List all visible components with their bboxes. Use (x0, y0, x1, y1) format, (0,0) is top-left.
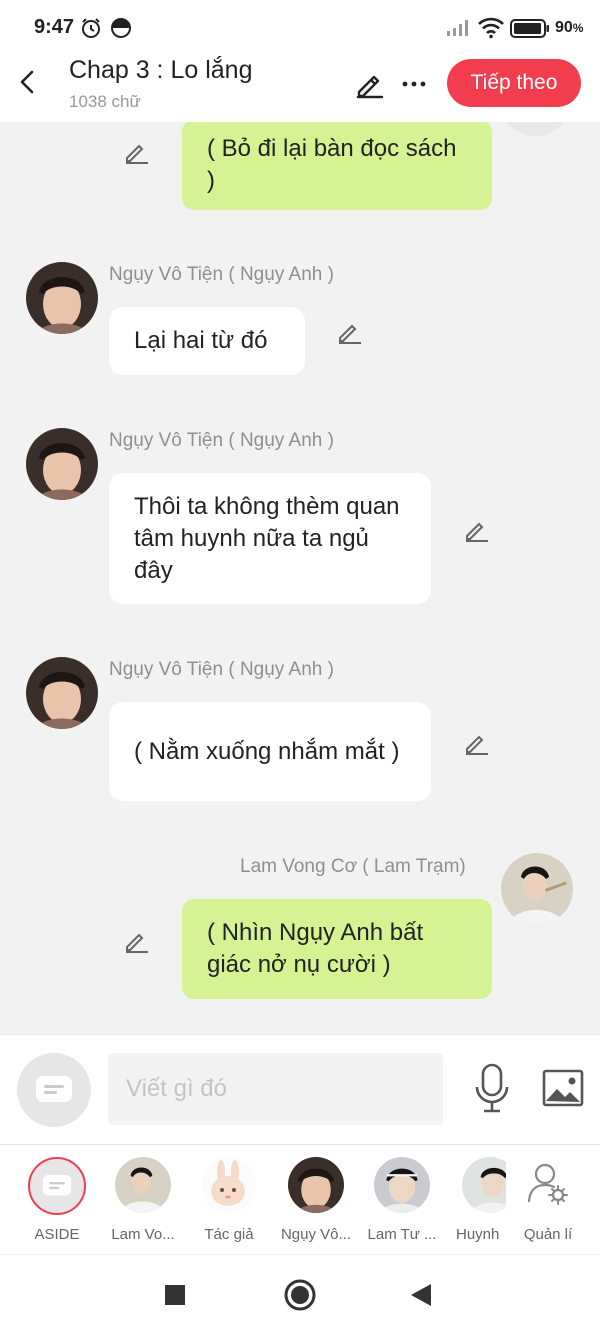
message-bubble[interactable]: ( Nhìn Ngụy Anh bất giác nở nụ cười ) (182, 899, 492, 999)
manage-characters-button[interactable]: Quản lí (505, 1157, 591, 1243)
next-chapter-button[interactable]: Tiếp theo (447, 59, 581, 107)
character-bar: ASIDE Lam Vo... Tác giả Ngụy Vô... Lam T… (0, 1144, 600, 1254)
back-arrow-icon[interactable] (14, 66, 42, 98)
message-input[interactable] (108, 1053, 443, 1125)
character-label: Tác giả (204, 1226, 254, 1243)
character-huynh[interactable]: Huynh (446, 1157, 506, 1243)
edit-message-icon[interactable] (463, 516, 491, 544)
recents-icon[interactable] (164, 1284, 186, 1306)
character-label: ASIDE (34, 1226, 80, 1243)
character-lam-tu-truy[interactable]: Lam Tư ... (359, 1157, 445, 1243)
character-label: Ngụy Vô... (280, 1226, 352, 1243)
edit-message-icon[interactable] (123, 927, 151, 955)
word-count: 1038 chữ (69, 92, 141, 111)
avatar (374, 1157, 430, 1213)
aside-toggle-button[interactable] (17, 1053, 91, 1127)
avatar (288, 1157, 344, 1213)
status-time: 9:47 (34, 16, 75, 38)
character-label: Quản lí (523, 1226, 573, 1243)
avatar[interactable] (26, 428, 98, 500)
input-bar (0, 1034, 600, 1144)
avatar[interactable] (501, 853, 573, 925)
character-label: Huynh (456, 1226, 500, 1243)
dnd-icon (111, 18, 131, 38)
alarm-icon (82, 18, 100, 38)
more-icon[interactable] (400, 68, 428, 100)
character-lam-vong-co[interactable]: Lam Vo... (100, 1157, 186, 1243)
edit-message-icon[interactable] (336, 318, 364, 346)
character-name: Ngụy Vô Tiện ( Ngụy Anh ) (109, 659, 334, 680)
message-bubble[interactable]: Lại hai từ đó (109, 307, 305, 375)
status-bar: 9:47 90% (0, 0, 600, 56)
chapter-title: Chap 3 : Lo lắng (69, 56, 253, 84)
system-nav-bar (0, 1254, 600, 1333)
avatar[interactable] (26, 657, 98, 729)
edit-message-icon[interactable] (463, 729, 491, 757)
wifi-icon (478, 17, 504, 39)
battery-icon (510, 19, 549, 38)
character-aside[interactable]: ASIDE (14, 1157, 100, 1243)
avatar (201, 1157, 257, 1213)
edit-message-icon[interactable] (123, 138, 151, 166)
message-bubble[interactable]: Thôi ta không thèm quan tâm huynh nữa ta… (109, 473, 431, 604)
avatar (115, 1157, 171, 1213)
avatar[interactable] (26, 262, 98, 334)
back-nav-icon[interactable] (409, 1283, 433, 1307)
character-nguy-vo-tien[interactable]: Ngụy Vô... (273, 1157, 359, 1243)
character-label: Lam Vo... (111, 1226, 175, 1243)
character-name: Lam Vong Cơ ( Lam Trạm) (240, 856, 466, 877)
chat-bubble-icon (42, 1174, 72, 1196)
home-icon[interactable] (283, 1278, 317, 1312)
character-author[interactable]: Tác giả (186, 1157, 272, 1243)
character-label: Lam Tư ... (367, 1226, 437, 1243)
edit-icon[interactable] (354, 68, 386, 100)
character-name: Ngụy Vô Tiện ( Ngụy Anh ) (109, 264, 334, 285)
signal-icon (447, 20, 468, 36)
chat-area[interactable]: ( Bỏ đi lại bàn đọc sách ) Ngụy Vô Tiện … (0, 122, 600, 1034)
image-icon[interactable] (542, 1069, 584, 1107)
chat-bubble-icon (36, 1076, 72, 1102)
user-settings-icon (527, 1163, 568, 1205)
battery-percent: 90% (555, 19, 584, 36)
message-bubble[interactable]: ( Nằm xuống nhắm mắt ) (109, 702, 431, 801)
message-bubble[interactable]: ( Bỏ đi lại bàn đọc sách ) (182, 122, 492, 210)
avatar[interactable] (499, 122, 571, 136)
microphone-icon[interactable] (473, 1063, 511, 1113)
header: Chap 3 : Lo lắng 1038 chữ Tiếp theo (0, 56, 600, 122)
avatar (462, 1157, 506, 1213)
character-name: Ngụy Vô Tiện ( Ngụy Anh ) (109, 430, 334, 451)
